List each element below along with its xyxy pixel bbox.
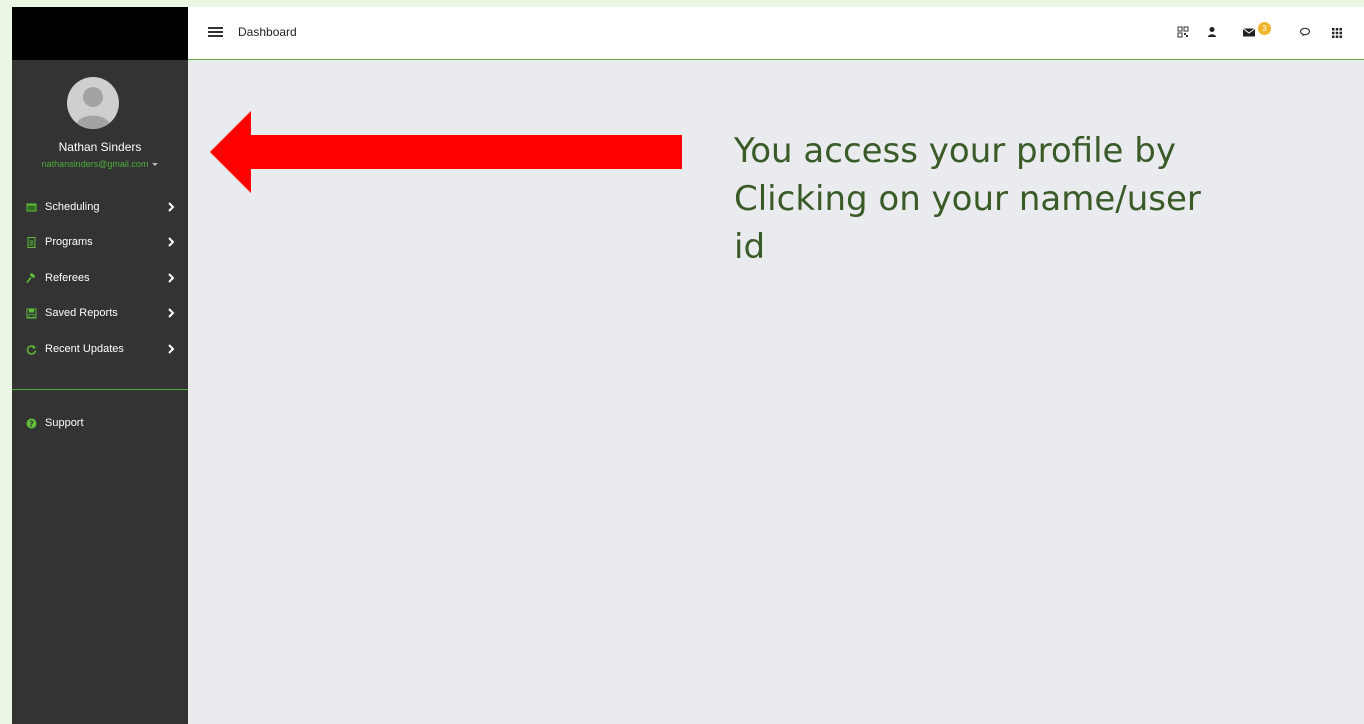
envelope-icon[interactable] [1241, 24, 1257, 40]
user-icon[interactable] [1204, 24, 1220, 40]
sidebar-item-scheduling[interactable]: Scheduling [12, 194, 188, 222]
sidebar-item-saved-reports[interactable]: Saved Reports [12, 300, 188, 328]
apps-grid-icon[interactable] [1329, 24, 1345, 40]
chevron-right-icon [166, 343, 176, 355]
user-email-dropdown[interactable]: nathansinders@gmail.com [12, 159, 188, 169]
notification-badge: 3 [1258, 22, 1271, 35]
sidebar-divider [12, 389, 188, 390]
document-icon [26, 237, 37, 248]
caret-down-icon [152, 163, 159, 167]
annotation-text: You access your profile by Clicking on y… [734, 131, 1201, 267]
user-name[interactable]: Nathan Sinders [12, 140, 188, 154]
chat-icon[interactable] [1297, 24, 1313, 40]
menu-toggle-icon[interactable] [208, 27, 223, 39]
sidebar-item-programs[interactable]: Programs [12, 229, 188, 257]
qr-code-icon[interactable] [1175, 24, 1191, 40]
chevron-right-icon [166, 201, 176, 213]
app-frame: Dashboard 3 Nathan Sinders nathansinders… [12, 7, 1364, 724]
chevron-right-icon [166, 307, 176, 319]
sidebar-item-support[interactable]: ? Support [12, 410, 188, 438]
svg-text:?: ? [29, 419, 34, 428]
sidebar-item-label: Referees [45, 272, 90, 284]
page-title: Dashboard [238, 25, 297, 39]
sidebar: Nathan Sinders nathansinders@gmail.com S… [12, 60, 188, 724]
chevron-right-icon [166, 236, 176, 248]
calendar-icon [26, 202, 37, 213]
gavel-icon [26, 272, 37, 284]
sidebar-item-label: Saved Reports [45, 307, 118, 319]
sidebar-item-label: Programs [45, 236, 93, 248]
sidebar-item-recent-updates[interactable]: Recent Updates [12, 336, 188, 364]
user-email[interactable]: nathansinders@gmail.com [42, 159, 149, 169]
refresh-icon [26, 344, 37, 355]
sidebar-item-referees[interactable]: Referees [12, 265, 188, 293]
question-circle-icon: ? [26, 418, 37, 429]
sidebar-item-label: Recent Updates [45, 343, 124, 355]
red-arrow-icon [210, 111, 682, 193]
save-icon [26, 308, 37, 319]
avatar[interactable] [67, 77, 119, 129]
sidebar-item-label: Scheduling [45, 201, 100, 213]
sidebar-item-label: Support [45, 417, 84, 429]
top-navbar: Dashboard 3 [188, 7, 1364, 60]
chevron-right-icon [166, 272, 176, 284]
logo-area[interactable] [12, 7, 188, 60]
